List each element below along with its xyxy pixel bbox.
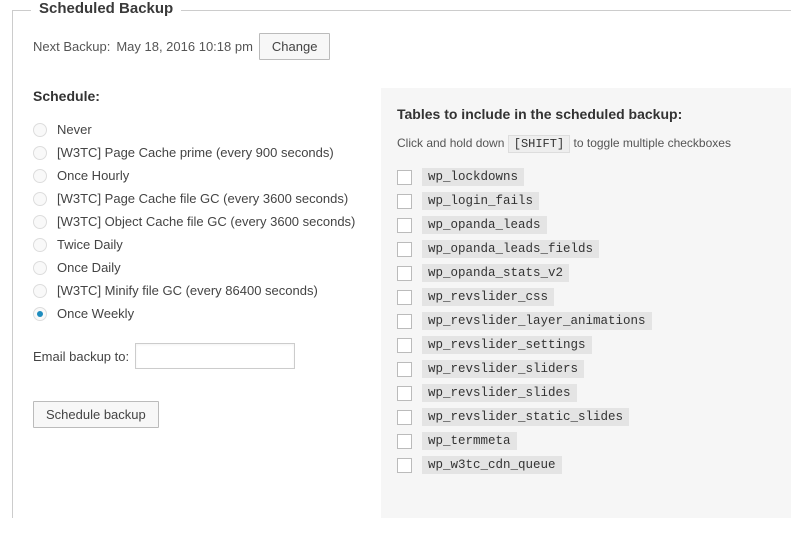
- table-name: wp_revslider_layer_animations: [422, 312, 652, 330]
- next-backup-row: Next Backup: May 18, 2016 10:18 pm Chang…: [33, 33, 791, 60]
- schedule-option-label: Never: [57, 122, 92, 137]
- next-backup-value: May 18, 2016 10:18 pm: [116, 39, 253, 54]
- schedule-option-label: [W3TC] Page Cache prime (every 900 secon…: [57, 145, 334, 160]
- schedule-column: Schedule: Never [W3TC] Page Cache prime (…: [33, 88, 381, 428]
- table-checkbox[interactable]: [397, 218, 412, 233]
- table-checkbox[interactable]: [397, 170, 412, 185]
- schedule-option[interactable]: Once Hourly: [33, 164, 361, 187]
- radio-icon[interactable]: [33, 169, 47, 183]
- table-row: wp_revslider_css: [397, 285, 775, 309]
- table-row: wp_revslider_static_slides: [397, 405, 775, 429]
- radio-icon[interactable]: [33, 146, 47, 160]
- schedule-option[interactable]: [W3TC] Page Cache prime (every 900 secon…: [33, 141, 361, 164]
- table-name: wp_revslider_sliders: [422, 360, 584, 378]
- table-checkbox[interactable]: [397, 314, 412, 329]
- scheduled-backup-panel: Scheduled Backup Next Backup: May 18, 20…: [12, 10, 791, 518]
- schedule-option[interactable]: [W3TC] Object Cache file GC (every 3600 …: [33, 210, 361, 233]
- table-name: wp_revslider_css: [422, 288, 554, 306]
- tables-column: Tables to include in the scheduled backu…: [381, 88, 791, 518]
- change-button[interactable]: Change: [259, 33, 331, 60]
- schedule-heading: Schedule:: [33, 88, 361, 104]
- schedule-option-label: Once Hourly: [57, 168, 129, 183]
- schedule-options: Never [W3TC] Page Cache prime (every 900 …: [33, 118, 361, 325]
- table-row: wp_w3tc_cdn_queue: [397, 453, 775, 477]
- radio-icon[interactable]: [33, 307, 47, 321]
- table-checkbox[interactable]: [397, 338, 412, 353]
- table-row: wp_revslider_sliders: [397, 357, 775, 381]
- schedule-option-label: [W3TC] Object Cache file GC (every 3600 …: [57, 214, 355, 229]
- table-name: wp_opanda_stats_v2: [422, 264, 569, 282]
- table-name: wp_revslider_static_slides: [422, 408, 629, 426]
- table-name: wp_lockdowns: [422, 168, 524, 186]
- radio-icon[interactable]: [33, 215, 47, 229]
- table-checkbox[interactable]: [397, 434, 412, 449]
- table-checkbox[interactable]: [397, 266, 412, 281]
- table-row: wp_revslider_layer_animations: [397, 309, 775, 333]
- table-row: wp_opanda_stats_v2: [397, 261, 775, 285]
- schedule-option-label: Once Daily: [57, 260, 121, 275]
- schedule-option[interactable]: [W3TC] Page Cache file GC (every 3600 se…: [33, 187, 361, 210]
- table-row: wp_opanda_leads: [397, 213, 775, 237]
- radio-icon[interactable]: [33, 284, 47, 298]
- table-checkbox[interactable]: [397, 386, 412, 401]
- table-checkbox[interactable]: [397, 242, 412, 257]
- schedule-option-label: [W3TC] Page Cache file GC (every 3600 se…: [57, 191, 348, 206]
- radio-icon[interactable]: [33, 238, 47, 252]
- radio-icon[interactable]: [33, 261, 47, 275]
- email-label: Email backup to:: [33, 349, 129, 364]
- table-name: wp_opanda_leads_fields: [422, 240, 599, 258]
- table-checkbox[interactable]: [397, 458, 412, 473]
- table-name: wp_revslider_slides: [422, 384, 577, 402]
- tables-heading: Tables to include in the scheduled backu…: [397, 106, 775, 122]
- table-checkbox[interactable]: [397, 362, 412, 377]
- schedule-option[interactable]: Once Daily: [33, 256, 361, 279]
- schedule-option-label: Once Weekly: [57, 306, 134, 321]
- schedule-option[interactable]: Twice Daily: [33, 233, 361, 256]
- schedule-option-label: Twice Daily: [57, 237, 123, 252]
- schedule-option-label: [W3TC] Minify file GC (every 86400 secon…: [57, 283, 318, 298]
- table-name: wp_termmeta: [422, 432, 517, 450]
- radio-icon[interactable]: [33, 192, 47, 206]
- radio-icon[interactable]: [33, 123, 47, 137]
- shift-key-hint: [SHIFT]: [508, 135, 570, 153]
- schedule-option[interactable]: [W3TC] Minify file GC (every 86400 secon…: [33, 279, 361, 302]
- table-row: wp_revslider_settings: [397, 333, 775, 357]
- email-row: Email backup to:: [33, 343, 361, 369]
- tables-hint: Click and hold down [SHIFT] to toggle mu…: [397, 136, 775, 151]
- tables-list: wp_lockdowns wp_login_fails wp_opanda_lead…: [397, 165, 775, 477]
- table-name: wp_login_fails: [422, 192, 539, 210]
- table-row: wp_login_fails: [397, 189, 775, 213]
- table-row: wp_lockdowns: [397, 165, 775, 189]
- email-field[interactable]: [135, 343, 295, 369]
- panel-title: Scheduled Backup: [31, 0, 181, 17]
- panel-content: Next Backup: May 18, 2016 10:18 pm Chang…: [13, 11, 791, 518]
- table-name: wp_opanda_leads: [422, 216, 547, 234]
- table-checkbox[interactable]: [397, 290, 412, 305]
- table-row: wp_opanda_leads_fields: [397, 237, 775, 261]
- table-checkbox[interactable]: [397, 410, 412, 425]
- table-name: wp_revslider_settings: [422, 336, 592, 354]
- table-row: wp_revslider_slides: [397, 381, 775, 405]
- table-name: wp_w3tc_cdn_queue: [422, 456, 562, 474]
- next-backup-label: Next Backup:: [33, 39, 110, 54]
- table-row: wp_termmeta: [397, 429, 775, 453]
- schedule-option[interactable]: Never: [33, 118, 361, 141]
- schedule-backup-button[interactable]: Schedule backup: [33, 401, 159, 428]
- table-checkbox[interactable]: [397, 194, 412, 209]
- schedule-option[interactable]: Once Weekly: [33, 302, 361, 325]
